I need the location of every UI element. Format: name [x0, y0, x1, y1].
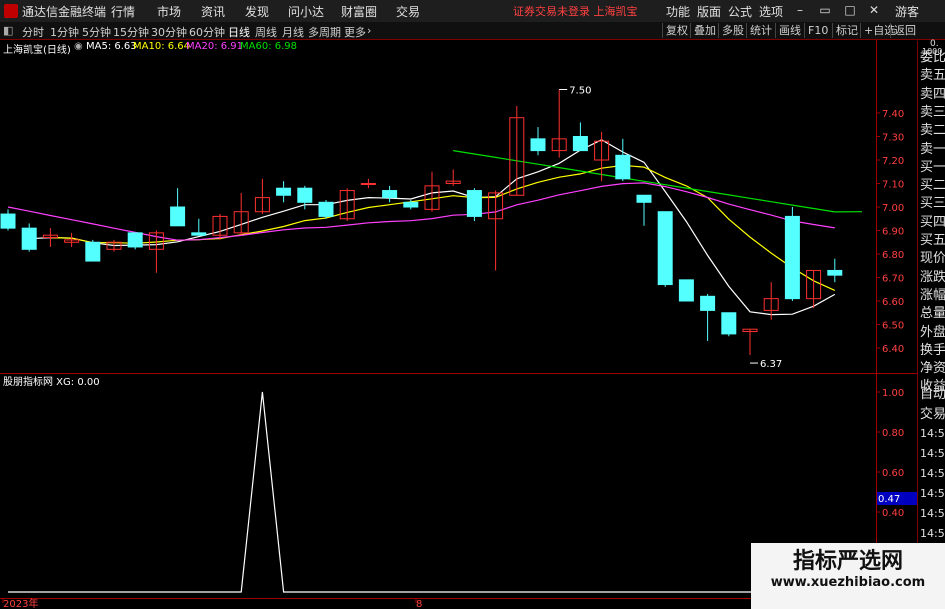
candle-body — [530, 138, 546, 152]
panel-item[interactable]: 总量 — [920, 302, 945, 321]
candle-body — [360, 183, 376, 185]
sub-y-tick-label: 0.60 — [882, 468, 904, 479]
candle-body — [636, 194, 652, 203]
ma10-line — [50, 164, 836, 291]
cursor-value-label: 0.47 — [878, 494, 900, 505]
candle-body — [572, 136, 588, 152]
candle-body — [784, 215, 800, 300]
watermark-title: 指标严选网 — [792, 549, 903, 574]
sub-y-tick-label: 0.80 — [882, 428, 904, 439]
candle-body — [678, 279, 694, 302]
y-tick-label: 7.20 — [882, 156, 904, 167]
ma5-line — [29, 139, 836, 316]
candle-body — [21, 227, 37, 250]
candle-body — [615, 154, 631, 180]
candle-body — [700, 295, 716, 311]
candle-body — [382, 190, 398, 199]
candle-body — [191, 232, 207, 236]
candle-body — [276, 187, 292, 196]
watermark: 指标严选网 www.xuezhibiao.com — [751, 543, 945, 609]
kline-chart[interactable]: 7.40 7.30 7.20 7.10 7.00 6.90 6.80 6.70 6.60 6.50… — [0, 0, 917, 609]
x-axis-label: 2023年 — [3, 597, 38, 609]
panel-item[interactable]: 卖二 — [920, 119, 945, 138]
y-tick-label: 7.10 — [882, 180, 904, 191]
panel-item[interactable]: 买二 — [920, 174, 945, 193]
sub-y-tick-label: 1.00 — [882, 388, 904, 399]
y-tick-label: 7.40 — [882, 109, 904, 120]
panel-item[interactable]: 买三 — [920, 192, 945, 211]
panel-item[interactable]: 卖三 — [920, 101, 945, 120]
panel-item[interactable]: 14:56 — [920, 467, 945, 480]
xg-indicator-line — [8, 391, 835, 593]
y-tick-label: 6.70 — [882, 274, 904, 285]
y-tick-label: 6.60 — [882, 297, 904, 308]
panel-item[interactable]: 换手 — [920, 339, 945, 358]
y-tick-label: 7.30 — [882, 133, 904, 144]
panel-item[interactable]: 买四 — [920, 211, 945, 230]
panel-item[interactable]: 现价 — [920, 247, 945, 266]
candle-body — [127, 232, 143, 248]
candle-body — [85, 241, 101, 262]
y-tick-label: 6.40 — [882, 344, 904, 355]
panel-item[interactable]: 卖一 — [920, 138, 945, 157]
sub-y-tick-label: 0.40 — [882, 508, 904, 519]
sub-chart-title: 股朋指标网 XG: 0.00 — [3, 375, 100, 388]
panel-item[interactable]: 自动 — [920, 383, 945, 402]
panel-item[interactable]: 14:56 — [920, 487, 945, 500]
panel-item[interactable]: 交易 — [920, 403, 945, 422]
panel-item[interactable]: 涨幅 — [920, 284, 945, 303]
candle-body — [297, 187, 313, 203]
quote-side-panel: 0. 1000 委比 卖五 卖四 卖三 卖二 卖一 买一 买二 买三 买四 买五 现价 涨跌 涨幅 总量 外盘 换手… — [917, 39, 945, 609]
x-axis-label: 8 — [416, 599, 422, 609]
candle-body — [403, 201, 419, 208]
candle-body — [657, 211, 673, 286]
panel-item[interactable]: 买一 — [920, 156, 945, 175]
y-tick-label: 6.80 — [882, 250, 904, 261]
y-tick-label: 6.50 — [882, 321, 904, 332]
high-price-label: 7.50 — [569, 86, 591, 97]
panel-item[interactable]: 买五 — [920, 229, 945, 248]
panel-item[interactable]: 委比 — [920, 46, 945, 65]
candle-body — [0, 213, 16, 229]
panel-item[interactable]: 14:56 — [920, 427, 945, 440]
candle-body — [466, 190, 482, 217]
panel-item[interactable]: 14:56 — [920, 527, 945, 540]
low-price-label: 6.37 — [760, 359, 782, 370]
panel-item[interactable]: 卖四 — [920, 83, 945, 102]
candle-body — [170, 206, 186, 227]
panel-item[interactable]: 涨跌 — [920, 266, 945, 285]
watermark-url: www.xuezhibiao.com — [770, 575, 926, 590]
panel-item[interactable]: 14:56 — [920, 507, 945, 520]
y-tick-label: 7.00 — [882, 203, 904, 214]
y-tick-label: 6.90 — [882, 227, 904, 238]
panel-item[interactable]: 外盘 — [920, 321, 945, 340]
panel-item[interactable]: 14:56 — [920, 447, 945, 460]
panel-item[interactable]: 卖五 — [920, 64, 945, 83]
candle-body — [318, 201, 334, 217]
candle-body — [721, 312, 737, 335]
panel-item[interactable]: 净资 — [920, 357, 945, 376]
candle-body — [827, 269, 843, 276]
